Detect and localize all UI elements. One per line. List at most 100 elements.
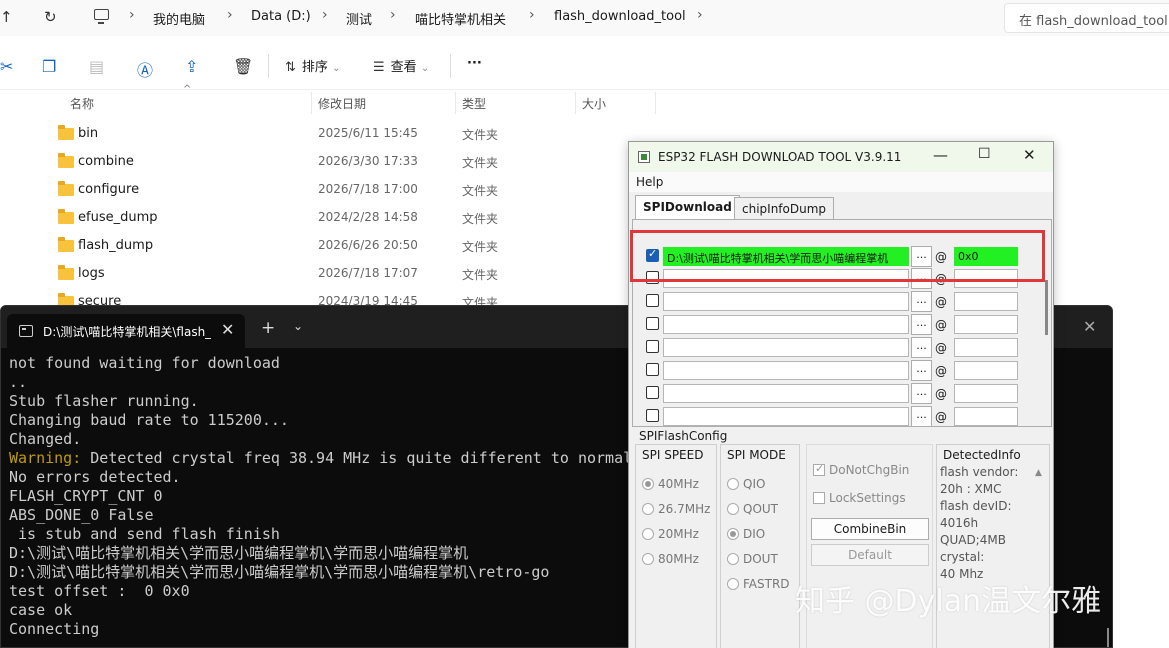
address-input[interactable]: [954, 407, 1018, 426]
close-icon[interactable]: ✕: [1023, 146, 1036, 164]
breadcrumb-test[interactable]: 测试: [346, 9, 372, 28]
terminal-tab[interactable]: D:\测试\喵比特掌机相关\flash_ ✕: [7, 314, 245, 348]
file-row-checkbox[interactable]: [646, 363, 659, 376]
file-row-checkbox[interactable]: [646, 386, 659, 399]
file-type: 文件夹: [462, 184, 499, 198]
radio-dio[interactable]: DIO: [727, 527, 765, 541]
tab-chipinfodump[interactable]: chipInfoDump: [734, 197, 835, 219]
breadcrumb-my-computer[interactable]: 我的电脑: [153, 9, 205, 28]
chevron-right-icon[interactable]: ›: [227, 7, 233, 23]
file-path-input[interactable]: [663, 361, 909, 380]
tab-spidownload[interactable]: SPIDownload: [635, 195, 740, 219]
scrollbar-thumb[interactable]: [1045, 280, 1048, 335]
file-row-checkbox[interactable]: [646, 317, 659, 330]
file-row-checkbox[interactable]: [646, 294, 659, 307]
minimize-icon[interactable]: —: [933, 146, 948, 164]
chevron-right-icon[interactable]: ›: [390, 7, 396, 23]
checkbox-box: [813, 462, 825, 476]
radio-dout[interactable]: DOUT: [727, 552, 778, 566]
breadcrumb-data-drive[interactable]: Data (D:): [251, 9, 311, 24]
default-button[interactable]: Default: [811, 544, 929, 566]
file-name: bin: [78, 126, 99, 141]
browse-button[interactable]: ...: [911, 360, 932, 381]
sort-button[interactable]: ⇅ 排序 ⌄: [285, 56, 340, 75]
terminal-line: D:\测试\喵比特掌机相关\学而思小喵编程掌机\学而思小喵编程掌机\retro-…: [9, 563, 550, 581]
terminal-output[interactable]: not found waiting for download.. Stub fla…: [9, 354, 632, 639]
file-row-checkbox[interactable]: [646, 340, 659, 353]
new-tab-icon[interactable]: +: [261, 318, 275, 338]
chevron-right-icon[interactable]: ›: [322, 7, 328, 23]
chevron-right-icon[interactable]: ›: [529, 7, 535, 23]
terminal-line: No errors detected.: [9, 468, 181, 486]
address-input[interactable]: [954, 315, 1018, 334]
radio-20mhz[interactable]: 20MHz: [642, 527, 699, 541]
do-not-chg-bin-checkbox[interactable]: DoNotChgBin: [813, 462, 909, 477]
column-type[interactable]: 类型: [462, 95, 486, 112]
paste-icon[interactable]: ▤: [89, 57, 104, 76]
radio-qout[interactable]: QOUT: [727, 502, 778, 516]
menu-help[interactable]: Help: [636, 175, 663, 189]
radio-40mhz[interactable]: 40MHz: [642, 477, 699, 491]
column-name[interactable]: 名称: [70, 95, 94, 112]
chevron-right-icon[interactable]: ›: [697, 7, 703, 23]
delete-icon[interactable]: 🗑: [233, 57, 253, 76]
column-divider[interactable]: [455, 92, 456, 114]
close-icon[interactable]: ✕: [221, 320, 234, 339]
radio-26mhz[interactable]: 26.7MHz: [642, 502, 710, 516]
cut-icon[interactable]: ✂: [0, 57, 13, 76]
file-type: 文件夹: [462, 212, 499, 226]
file-name: configure: [78, 182, 140, 197]
list-item[interactable]: efuse_dump 2024/2/28 14:58 文件夹: [40, 205, 660, 233]
column-divider[interactable]: [655, 92, 656, 114]
file-path-input[interactable]: [663, 315, 909, 334]
terminal-scrollbar[interactable]: [1107, 628, 1109, 647]
browse-button[interactable]: ...: [911, 337, 932, 358]
browse-button[interactable]: ...: [911, 291, 932, 312]
rename-icon[interactable]: Ⓐ: [137, 57, 153, 81]
up-arrow-icon[interactable]: ↑: [0, 8, 13, 26]
warning-prefix: Warning:: [9, 449, 82, 467]
column-size[interactable]: 大小: [582, 95, 606, 112]
address-input[interactable]: [954, 384, 1018, 403]
address-input[interactable]: [954, 338, 1018, 357]
maximize-icon[interactable]: ☐: [978, 146, 991, 162]
column-date[interactable]: 修改日期: [318, 95, 366, 112]
breadcrumb-flash-download-tool[interactable]: flash_download_tool: [554, 9, 686, 24]
scroll-up-icon[interactable]: ▲: [1035, 468, 1042, 478]
list-item[interactable]: combine 2026/3/30 17:33 文件夹: [40, 149, 660, 177]
file-path-input[interactable]: [663, 338, 909, 357]
radio-qio[interactable]: QIO: [727, 477, 765, 491]
radio-80mhz[interactable]: 80MHz: [642, 552, 699, 566]
column-divider[interactable]: [575, 92, 576, 114]
list-item[interactable]: configure 2026/7/18 17:00 文件夹: [40, 177, 660, 205]
refresh-icon[interactable]: ↻: [44, 8, 57, 26]
list-item[interactable]: bin 2025/6/11 15:45 文件夹: [40, 121, 660, 149]
close-icon[interactable]: ✕: [1083, 317, 1096, 336]
search-input[interactable]: 在 flash_download_tool 中搜索: [1004, 3, 1169, 33]
address-input[interactable]: [954, 361, 1018, 380]
browse-button[interactable]: ...: [911, 314, 932, 335]
radio-fastrd[interactable]: FASTRD: [727, 577, 790, 591]
list-item[interactable]: flash_dump 2026/6/26 20:50 文件夹: [40, 233, 660, 261]
browse-button[interactable]: ...: [911, 383, 932, 404]
list-item[interactable]: logs 2026/7/18 17:07 文件夹: [40, 261, 660, 289]
combine-bin-button[interactable]: CombineBin: [811, 518, 929, 540]
more-button[interactable]: ···: [467, 56, 482, 71]
file-path-input[interactable]: [663, 384, 909, 403]
terminal-line: is stub and send flash finish: [9, 525, 280, 543]
radio-circle: [727, 503, 739, 515]
chevron-down-icon[interactable]: ⌄: [293, 319, 303, 333]
share-icon[interactable]: ⇪: [185, 57, 198, 76]
copy-icon[interactable]: ❐: [42, 57, 56, 76]
breadcrumb-meowbit[interactable]: 喵比特掌机相关: [415, 9, 506, 28]
browse-button[interactable]: ...: [911, 406, 932, 427]
lock-settings-checkbox[interactable]: LockSettings: [813, 491, 906, 505]
column-divider[interactable]: [311, 92, 312, 114]
file-row-checkbox[interactable]: [646, 409, 659, 422]
view-button[interactable]: ☰ 查看 ⌄: [373, 56, 429, 75]
address-input[interactable]: [954, 292, 1018, 311]
file-path-input[interactable]: [663, 292, 909, 311]
terminal-line: Stub flasher running.: [9, 392, 199, 410]
chevron-right-icon[interactable]: ›: [129, 7, 135, 23]
file-path-input[interactable]: [663, 407, 909, 426]
